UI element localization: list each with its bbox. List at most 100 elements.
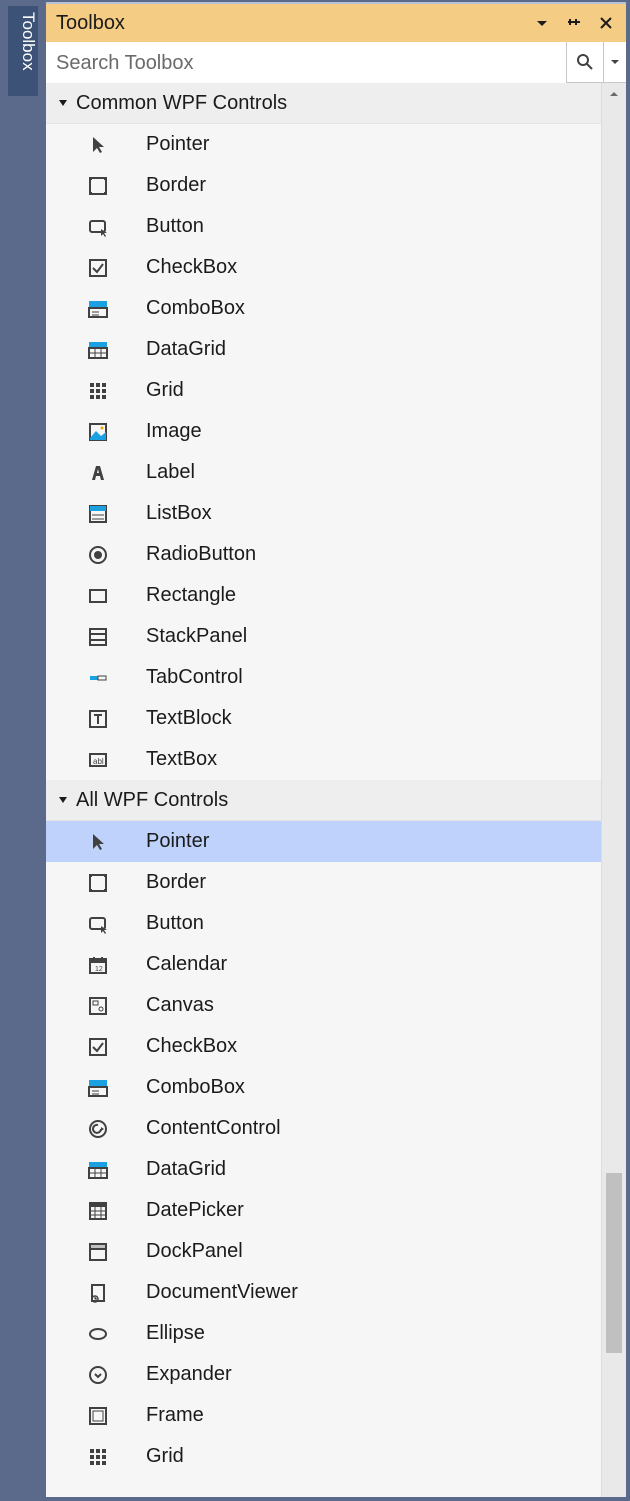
contentcontrol-icon (84, 1115, 112, 1143)
toolbox-item[interactable]: RadioButton (46, 534, 601, 575)
item-label: TextBox (146, 748, 217, 771)
item-label: ComboBox (146, 297, 245, 320)
scroll-up-icon[interactable] (602, 83, 626, 105)
item-label: ListBox (146, 502, 212, 525)
grid-icon (84, 377, 112, 405)
tree-container: Common WPF ControlsPointerBorderButtonCh… (46, 83, 626, 1497)
item-label: Button (146, 215, 204, 238)
item-label: ContentControl (146, 1117, 281, 1140)
item-label: Border (146, 871, 206, 894)
toolbox-item[interactable]: DocumentViewer (46, 1272, 601, 1313)
item-label: RadioButton (146, 543, 256, 566)
toolbox-item[interactable]: Pointer (46, 821, 601, 862)
scrollbar[interactable] (601, 83, 626, 1497)
expander-icon (84, 1361, 112, 1389)
toolbox-item[interactable]: Frame (46, 1395, 601, 1436)
toolbox-item[interactable]: Pointer (46, 124, 601, 165)
pin-icon[interactable] (562, 11, 586, 35)
toolbox-item[interactable]: Grid (46, 1436, 601, 1477)
panel-title: Toolbox (56, 12, 125, 35)
item-label: DatePicker (146, 1199, 244, 1222)
panel-title-bar: Toolbox (46, 4, 626, 42)
pointer-icon (84, 131, 112, 159)
search-input[interactable] (46, 42, 567, 84)
toolbox-item[interactable]: Border (46, 862, 601, 903)
toolbox-panel: Toolbox Common WPF ControlsPointerBorder… (46, 2, 626, 1497)
toolbox-item[interactable]: Button (46, 903, 601, 944)
toolbox-item[interactable]: DockPanel (46, 1231, 601, 1272)
group-header[interactable]: Common WPF Controls (46, 83, 601, 124)
item-label: CheckBox (146, 1035, 237, 1058)
item-label: Pointer (146, 830, 209, 853)
group-header[interactable]: All WPF Controls (46, 780, 601, 821)
toolbox-item[interactable]: 12 Calendar (46, 944, 601, 985)
ellipse-icon (84, 1320, 112, 1348)
toolbox-item[interactable]: CheckBox (46, 247, 601, 288)
datagrid-icon (84, 336, 112, 364)
toolbox-item[interactable]: TextBlock (46, 698, 601, 739)
datagrid-icon (84, 1156, 112, 1184)
item-label: DataGrid (146, 338, 226, 361)
toolbox-item[interactable]: Image (46, 411, 601, 452)
panel-options-icon[interactable] (530, 11, 554, 35)
item-label: Expander (146, 1363, 232, 1386)
item-label: Frame (146, 1404, 204, 1427)
toolbox-item[interactable]: ListBox (46, 493, 601, 534)
toolbox-item[interactable]: DatePicker (46, 1190, 601, 1231)
item-label: DocumentViewer (146, 1281, 298, 1304)
toolbox-item[interactable]: ComboBox (46, 288, 601, 329)
item-label: CheckBox (146, 256, 237, 279)
dockpanel-icon (84, 1238, 112, 1266)
textbox-icon: abl (84, 746, 112, 774)
toolbox-item[interactable]: Button (46, 206, 601, 247)
textblock-icon (84, 705, 112, 733)
combobox-icon (84, 1074, 112, 1102)
toolbox-side-tab[interactable]: Toolbox (8, 6, 38, 96)
border-icon (84, 869, 112, 897)
toolbox-item[interactable]: CheckBox (46, 1026, 601, 1067)
button-icon (84, 910, 112, 938)
toolbox-item[interactable]: Expander (46, 1354, 601, 1395)
canvas-icon (84, 992, 112, 1020)
toolbox-item[interactable]: ComboBox (46, 1067, 601, 1108)
toolbox-item[interactable]: Border (46, 165, 601, 206)
datepicker-icon (84, 1197, 112, 1225)
toolbox-item[interactable]: Label (46, 452, 601, 493)
listbox-icon (84, 500, 112, 528)
item-label: DataGrid (146, 1158, 226, 1181)
image-icon (84, 418, 112, 446)
label-icon (84, 459, 112, 487)
item-label: Rectangle (146, 584, 236, 607)
toolbox-item[interactable]: Canvas (46, 985, 601, 1026)
close-icon[interactable] (594, 11, 618, 35)
toolbox-item[interactable]: TabControl (46, 657, 601, 698)
toolbox-item[interactable]: Grid (46, 370, 601, 411)
item-label: Label (146, 461, 195, 484)
scroll-thumb[interactable] (606, 1173, 622, 1353)
stackpanel-icon (84, 623, 112, 651)
search-icon[interactable] (567, 42, 604, 82)
group-label: All WPF Controls (76, 789, 228, 812)
toolbox-item[interactable]: Ellipse (46, 1313, 601, 1354)
item-label: Grid (146, 379, 184, 402)
item-label: TextBlock (146, 707, 232, 730)
toolbox-item[interactable]: DataGrid (46, 329, 601, 370)
toolbox-item[interactable]: ContentControl (46, 1108, 601, 1149)
border-icon (84, 172, 112, 200)
frame-icon (84, 1402, 112, 1430)
toolbox-item[interactable]: Rectangle (46, 575, 601, 616)
tree-scroll[interactable]: Common WPF ControlsPointerBorderButtonCh… (46, 83, 601, 1497)
expand-icon (52, 97, 74, 109)
toolbox-item[interactable]: abl TextBox (46, 739, 601, 780)
toolbox-item[interactable]: DataGrid (46, 1149, 601, 1190)
toolbox-item[interactable]: StackPanel (46, 616, 601, 657)
item-label: Calendar (146, 953, 227, 976)
rectangle-icon (84, 582, 112, 610)
group-label: Common WPF Controls (76, 92, 287, 115)
button-icon (84, 213, 112, 241)
svg-text:12: 12 (95, 966, 103, 973)
item-label: Grid (146, 1445, 184, 1468)
search-dropdown-icon[interactable] (604, 42, 626, 82)
item-label: Ellipse (146, 1322, 205, 1345)
checkbox-icon (84, 254, 112, 282)
